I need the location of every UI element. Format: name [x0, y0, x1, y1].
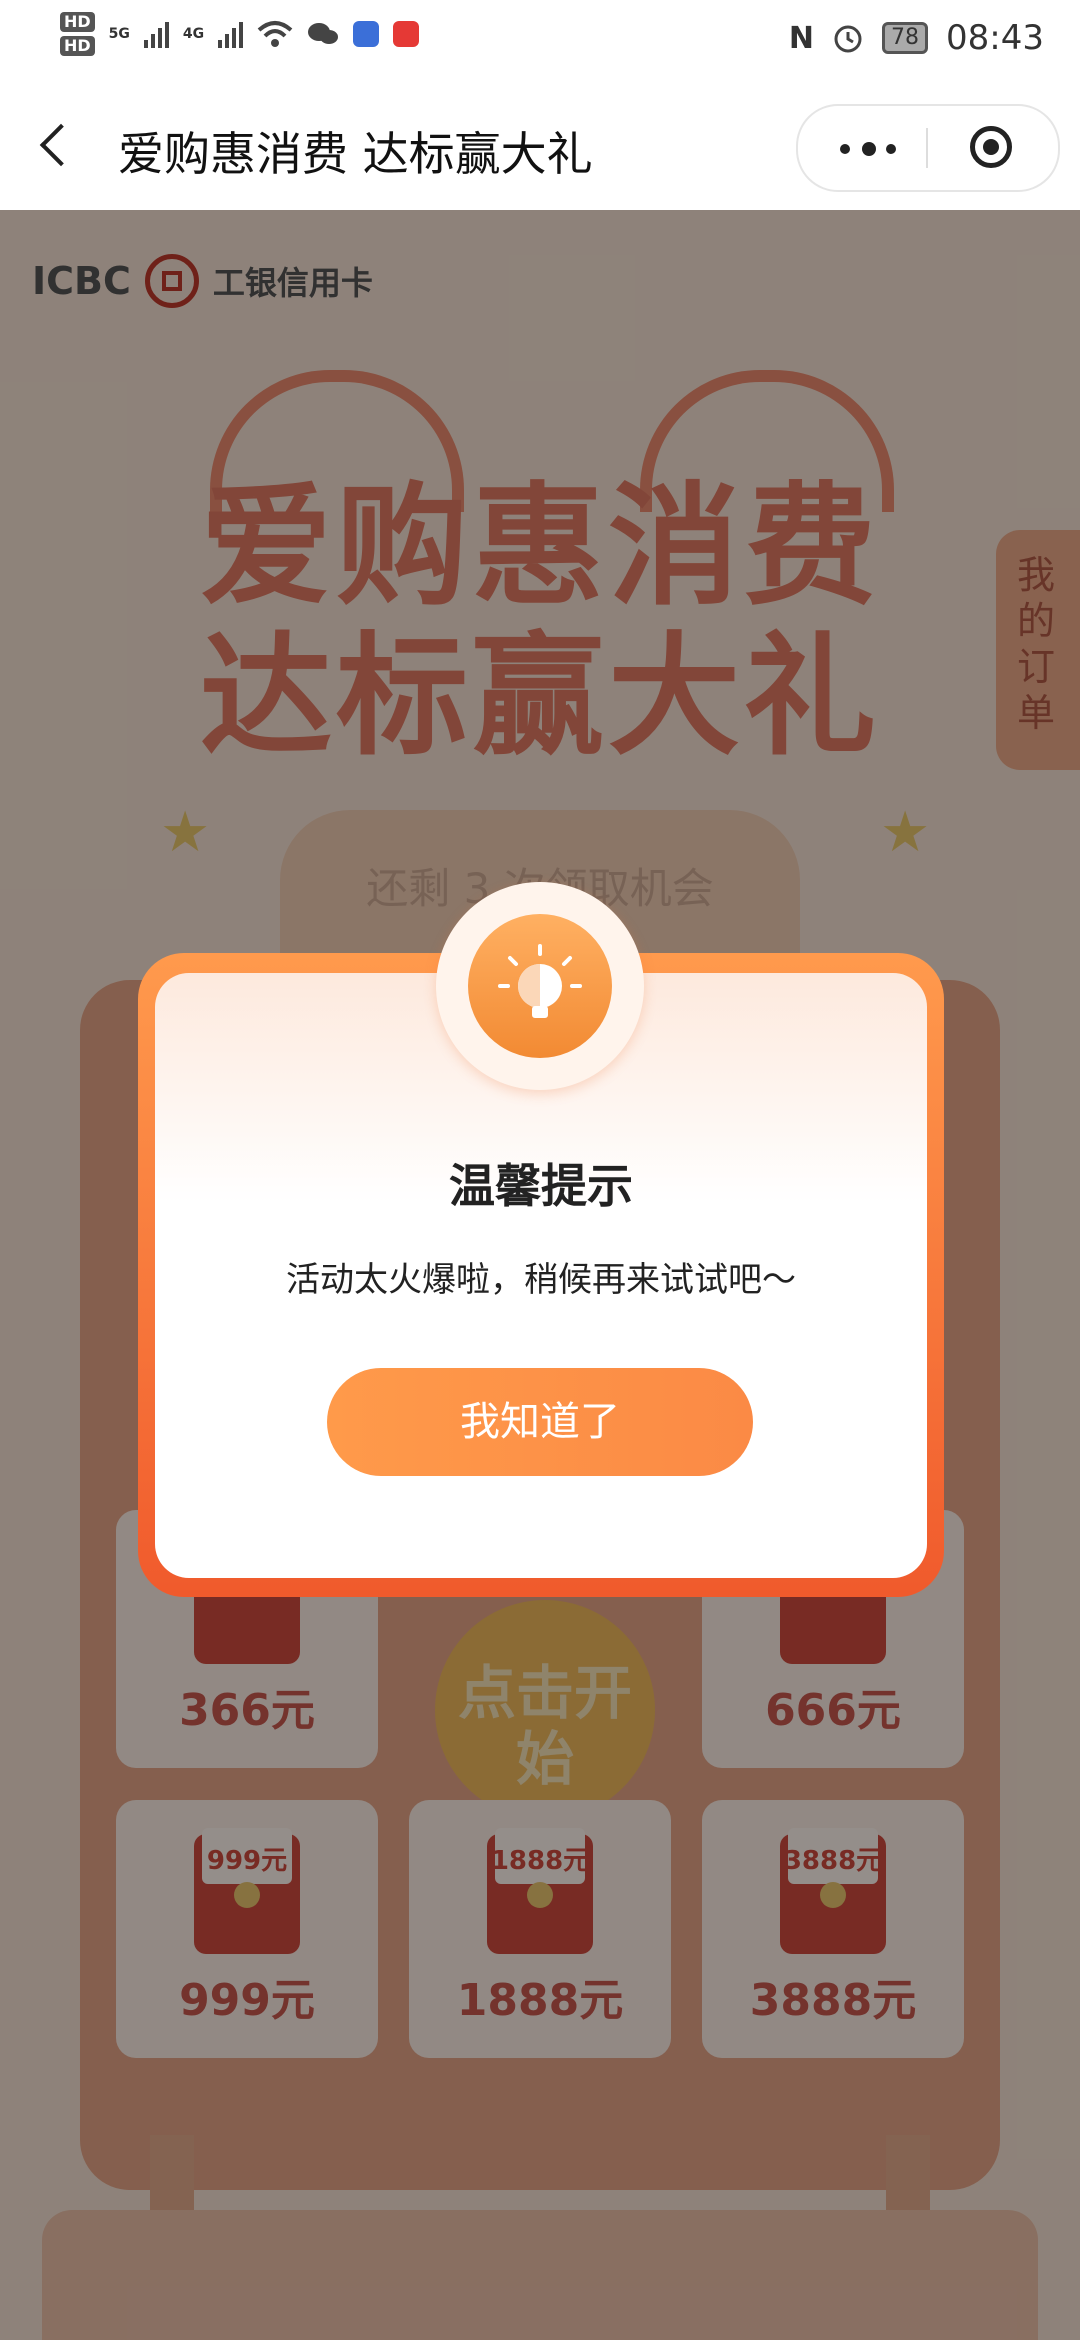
more-icon[interactable] — [828, 128, 908, 168]
back-arrow-icon[interactable] — [36, 120, 76, 170]
acknowledge-button[interactable]: 我知道了 — [327, 1368, 753, 1476]
close-mini-program-icon[interactable] — [970, 126, 1012, 168]
lightbulb-icon — [498, 944, 582, 1018]
wechat-icon — [308, 23, 339, 44]
status-bar: HD HD 5G 4G N 78 08:43 — [0, 0, 1080, 80]
music-app-icon — [353, 21, 380, 47]
wifi-icon — [257, 21, 293, 47]
alarm-icon — [834, 25, 862, 53]
page-title: 爱购惠消费 达标赢大礼 — [118, 127, 593, 181]
battery-icon: 78 — [882, 22, 929, 54]
dialog-message: 活动太火爆啦，稍候再来试试吧～ — [286, 1260, 796, 1300]
network-type-2: 4G — [182, 26, 205, 42]
shopping-app-icon — [393, 21, 420, 47]
hd-badge-1: HD — [60, 12, 95, 32]
status-right: N 78 08:43 — [789, 18, 1044, 58]
nfc-icon: N — [788, 20, 815, 56]
signal-icon — [143, 20, 169, 48]
hd-badge-2: HD — [60, 36, 95, 56]
clock: 08:43 — [946, 18, 1044, 58]
mini-program-capsule — [796, 104, 1060, 192]
capsule-divider — [926, 128, 928, 168]
hd-indicators: HD HD — [60, 12, 95, 56]
dialog-title: 温馨提示 — [449, 1159, 633, 1213]
network-type-1: 5G — [108, 26, 130, 42]
signal-icon-2 — [218, 20, 244, 48]
status-left: HD HD 5G 4G — [60, 12, 420, 56]
nav-bar: 爱购惠消费 达标赢大礼 — [0, 80, 1080, 210]
